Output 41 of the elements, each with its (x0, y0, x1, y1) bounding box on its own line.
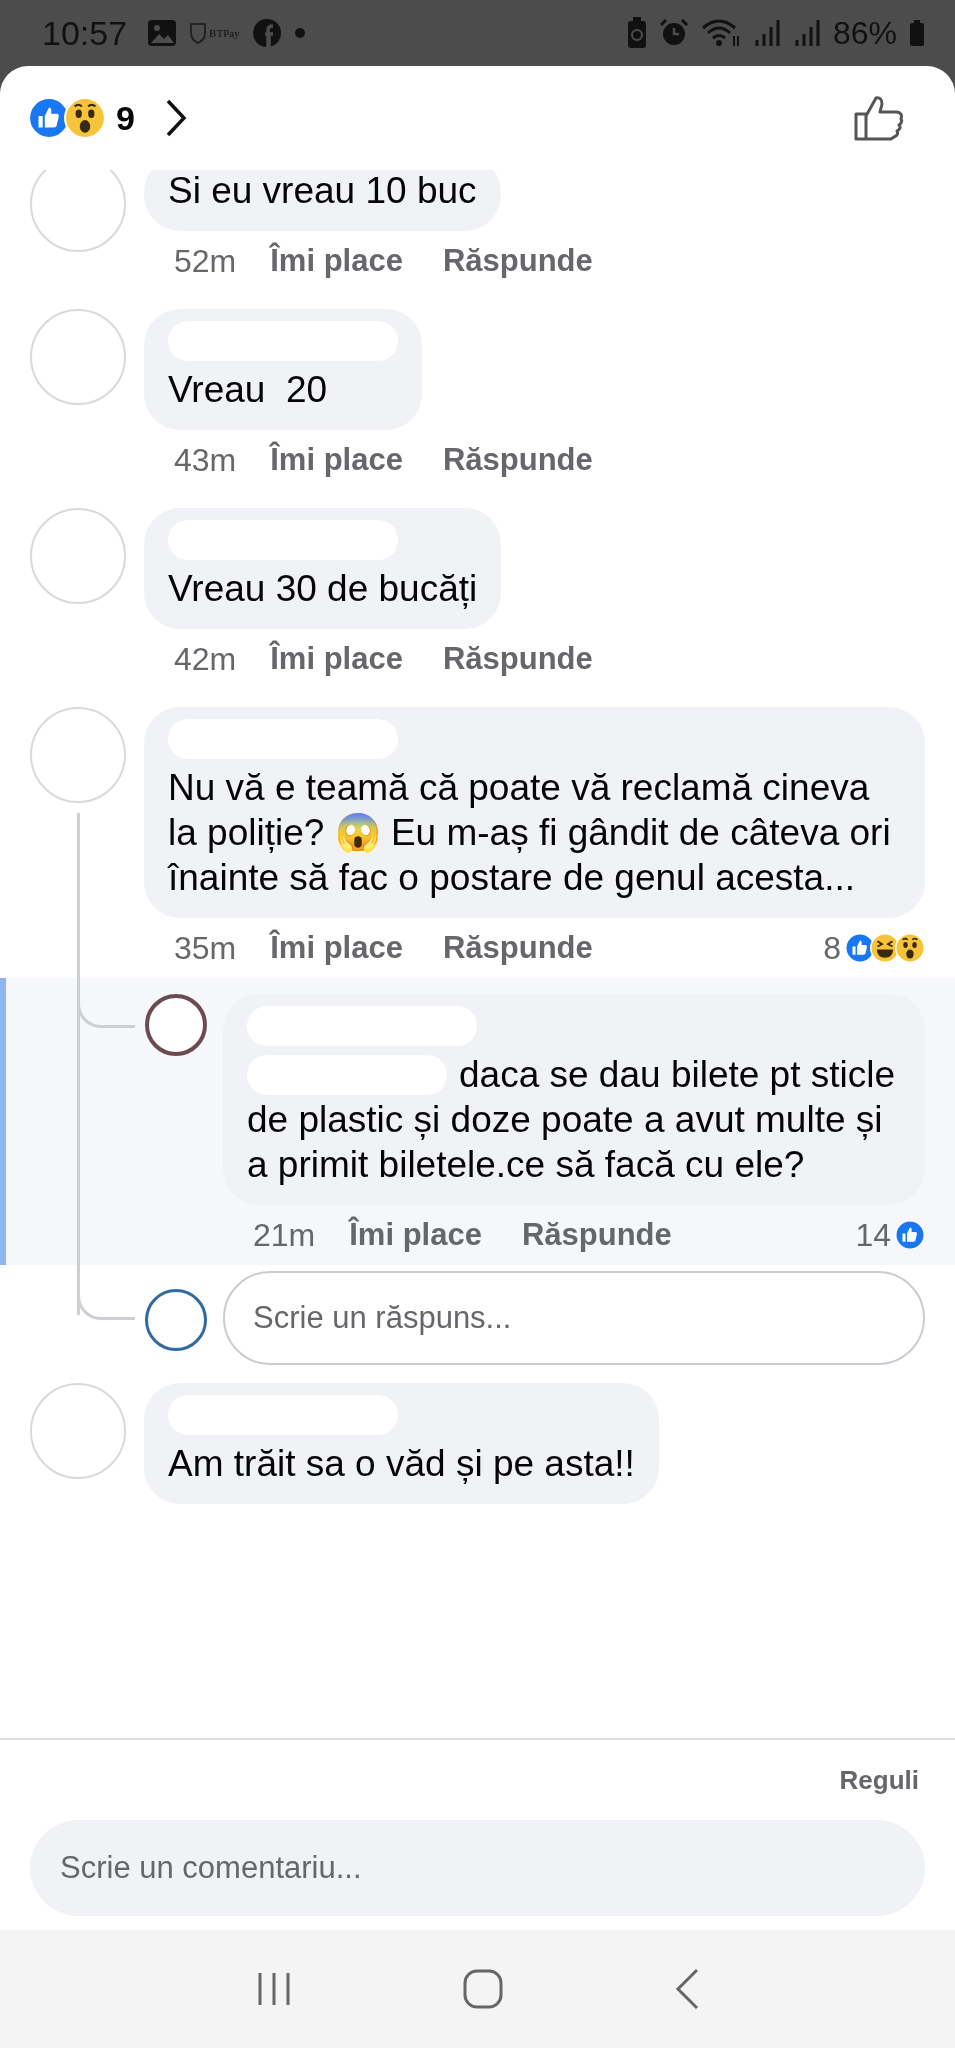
reply-link[interactable]: Răspunde (442, 930, 593, 966)
wifi-icon (700, 18, 741, 48)
chevron-right-icon[interactable] (164, 98, 187, 138)
comment-time: 42m (174, 640, 237, 678)
battery-percentage: 86% (832, 14, 897, 52)
like-link[interactable]: Îmi place (270, 442, 403, 478)
reply-field[interactable]: Scrie un răspuns... (223, 1271, 925, 1365)
shield-icon (189, 21, 208, 45)
battery-saver-icon (626, 17, 647, 49)
comment-field[interactable]: Scrie un comentariu... (30, 1820, 925, 1916)
app-notification-icon (251, 18, 282, 48)
reaction-count[interactable]: 8 (823, 929, 841, 967)
notification-label: BTPay (209, 27, 240, 39)
home-icon[interactable] (462, 1968, 505, 2010)
comment-time: 43m (174, 441, 237, 479)
comment-time: 52m (174, 242, 237, 280)
like-link[interactable]: Îmi place (349, 1217, 482, 1253)
battery-icon (909, 19, 925, 47)
reply-link[interactable]: Răspunde (521, 1217, 672, 1253)
alarm-icon (658, 18, 689, 48)
reply-link[interactable]: Răspunde (442, 641, 593, 677)
reaction-count[interactable]: 14 (855, 1216, 891, 1254)
comment-text: Am trăit sa o văd și pe asta!! (168, 1442, 635, 1486)
reaction-count[interactable]: 9 (116, 98, 135, 138)
comment-text: Si eu vreau 10 buc (168, 170, 477, 213)
thumbs-up-icon[interactable] (853, 94, 905, 142)
comment-text: Nu vă e teamă că poate vă reclamă cineva la poliție? 😱 Eu m-aș fi gândit de câteva ori înainte să fac o postare de genul acesta... (168, 766, 892, 900)
dot-icon (293, 27, 306, 39)
status-time: 10:57 (42, 13, 128, 53)
comment-time: 35m (174, 929, 237, 967)
image-icon (147, 19, 178, 47)
rules-link[interactable]: Reguli (839, 1764, 925, 1796)
reply-link[interactable]: Răspunde (442, 442, 593, 478)
comment-time: 21m (253, 1216, 316, 1254)
like-link[interactable]: Îmi place (270, 641, 403, 677)
comment-text: Vreau 20 (168, 368, 329, 412)
comment-text: Vreau 30 de bucăți (168, 567, 478, 611)
reply-link[interactable]: Răspunde (442, 243, 593, 279)
comment-text: daca se dau bilete pt sticle de plastic și doze poate a avut multe și a primit biletele.ce să facă cu ele? (247, 1053, 897, 1187)
like-link[interactable]: Îmi place (270, 930, 403, 966)
like-link[interactable]: Îmi place (270, 243, 403, 279)
